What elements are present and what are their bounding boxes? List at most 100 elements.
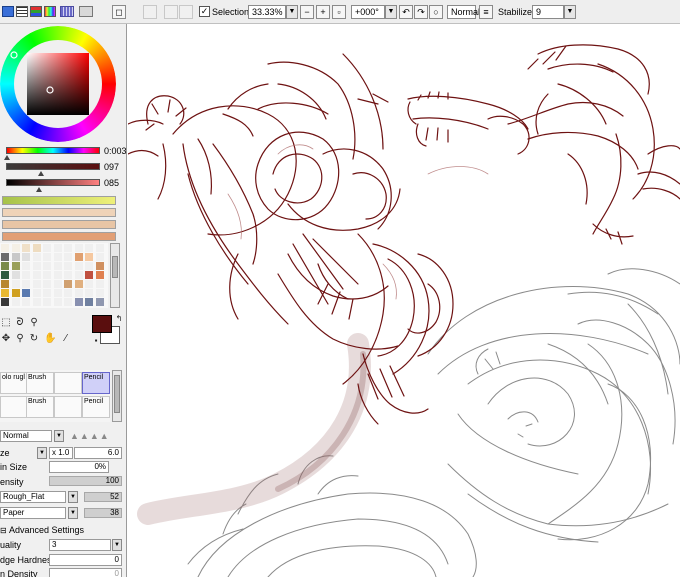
- tool-blend-mode-dropdown[interactable]: ▼: [54, 430, 64, 442]
- zoom-in-button[interactable]: +: [316, 5, 330, 19]
- brush-slot-pencil-selected[interactable]: Pencil: [82, 372, 110, 394]
- rotate-icon[interactable]: ↻: [28, 333, 40, 345]
- tool-blend-mode-select[interactable]: Normal: [0, 430, 52, 442]
- invert-selection-button[interactable]: [143, 5, 157, 19]
- swatch-cell[interactable]: [53, 298, 62, 306]
- drawing-canvas[interactable]: [128, 24, 680, 577]
- value-slider-marker[interactable]: [36, 187, 42, 192]
- edge-hardness-field[interactable]: 0: [49, 554, 122, 566]
- swatch-cell[interactable]: [64, 298, 72, 306]
- swatch-cell[interactable]: [64, 280, 72, 288]
- swatch-cell[interactable]: [22, 280, 30, 288]
- swatch-cell[interactable]: [74, 262, 83, 270]
- swatch-cell[interactable]: [64, 271, 72, 279]
- zoom-icon[interactable]: ⚲: [14, 333, 26, 345]
- swatch-cell[interactable]: [53, 280, 62, 288]
- swatch-cell[interactable]: [22, 271, 30, 279]
- swatch-cell[interactable]: [11, 262, 20, 270]
- swatch-cell[interactable]: [43, 262, 51, 270]
- swatch-cell[interactable]: [95, 244, 104, 252]
- shape-value-slider[interactable]: 52: [84, 492, 122, 502]
- swatch-cell[interactable]: [53, 271, 62, 279]
- select-rect-icon[interactable]: ⬚: [0, 317, 12, 329]
- swatch-cell[interactable]: [22, 244, 30, 252]
- hue-slider[interactable]: [6, 147, 100, 154]
- swatch-cell[interactable]: [32, 244, 41, 252]
- stabilizer-dropdown-button[interactable]: ▼: [564, 5, 576, 19]
- swatch-cell[interactable]: [43, 244, 51, 252]
- hand-icon[interactable]: ✋: [44, 333, 56, 345]
- move-icon[interactable]: ✥: [0, 333, 12, 345]
- brush-slot-8[interactable]: Pencil: [82, 396, 110, 418]
- swatch-cell[interactable]: [74, 244, 83, 252]
- swatch-cell[interactable]: [64, 262, 72, 270]
- swatch-cell[interactable]: [85, 271, 93, 279]
- swatch-cell[interactable]: [74, 298, 83, 306]
- shape-dropdown[interactable]: ▼: [68, 491, 78, 503]
- stabilizer-field[interactable]: 9: [532, 5, 564, 19]
- palette-bar-2[interactable]: [2, 208, 116, 217]
- brush-slot-6[interactable]: Brush: [26, 396, 54, 418]
- swatch-cell[interactable]: [53, 253, 62, 261]
- color-wheel[interactable]: [0, 24, 124, 144]
- zoom-dropdown-button[interactable]: ▼: [286, 5, 298, 19]
- blend-mode-field[interactable]: Normal: [447, 5, 480, 19]
- swatch-cell[interactable]: [95, 298, 104, 306]
- swatch-cell[interactable]: [1, 253, 9, 261]
- swatch-cell[interactable]: [11, 289, 20, 297]
- selection-checkbox[interactable]: ✓: [199, 6, 210, 17]
- swatch-cell[interactable]: [95, 262, 104, 270]
- quality-dropdown[interactable]: ▼: [112, 539, 122, 551]
- swatch-cell[interactable]: [43, 253, 51, 261]
- swatch-cell[interactable]: [22, 298, 30, 306]
- swatch-cell[interactable]: [74, 289, 83, 297]
- swatch-cell[interactable]: [43, 298, 51, 306]
- brush-slot-1[interactable]: olo rugl: [0, 372, 28, 394]
- swatch-scrollbar-thumb[interactable]: [112, 256, 118, 278]
- rotation-dropdown-button[interactable]: ▼: [385, 5, 397, 19]
- quality-select[interactable]: 3: [49, 539, 111, 551]
- swatch-cell[interactable]: [74, 253, 83, 261]
- saturation-slider-marker[interactable]: [38, 171, 44, 176]
- advanced-settings-toggle[interactable]: ⊟ Advanced Settings: [0, 523, 124, 537]
- swatch-cell[interactable]: [85, 262, 93, 270]
- swatch-cell[interactable]: [1, 289, 9, 297]
- swatch-cell[interactable]: [43, 280, 51, 288]
- foreground-color-swatch[interactable]: [92, 315, 112, 333]
- palette-bar-1[interactable]: [2, 196, 116, 205]
- swatch-cell[interactable]: [1, 298, 9, 306]
- rotate-reset-button[interactable]: ○: [429, 5, 443, 19]
- swatch-cell[interactable]: [95, 271, 104, 279]
- view-mode-icon-1[interactable]: [2, 6, 14, 17]
- swatch-cell[interactable]: [11, 244, 20, 252]
- swatch-cell[interactable]: [1, 280, 9, 288]
- brush-slot-2[interactable]: Brush: [26, 372, 54, 394]
- swatch-cell[interactable]: [64, 289, 72, 297]
- eyedropper-icon[interactable]: ⁄: [60, 333, 72, 345]
- swatch-cell[interactable]: [1, 244, 9, 252]
- swatch-cell[interactable]: [32, 298, 41, 306]
- zoom-field[interactable]: 33.33%: [248, 5, 286, 19]
- density-slider[interactable]: 100: [49, 476, 122, 486]
- rotate-right-button[interactable]: ↷: [414, 5, 428, 19]
- swatch-cell[interactable]: [22, 253, 30, 261]
- swatch-cell[interactable]: [32, 280, 41, 288]
- swatch-cell[interactable]: [32, 253, 41, 261]
- swatch-cell[interactable]: [11, 253, 20, 261]
- deselect-button[interactable]: ◻: [112, 5, 126, 19]
- brush-scrollbar-thumb[interactable]: [114, 375, 120, 413]
- swatch-cell[interactable]: [95, 289, 104, 297]
- rotate-left-button[interactable]: ↶: [399, 5, 413, 19]
- swatch-cell[interactable]: [43, 289, 51, 297]
- view-mode-icon-4[interactable]: [44, 6, 56, 17]
- zoom-out-button[interactable]: −: [300, 5, 314, 19]
- swatch-cell[interactable]: [53, 289, 62, 297]
- zoom-reset-button[interactable]: ▫: [332, 5, 346, 19]
- shape-select[interactable]: Rough_Flat: [0, 491, 66, 503]
- swatch-cell[interactable]: [32, 271, 41, 279]
- min-size-field[interactable]: 0%: [49, 461, 109, 473]
- value-slider[interactable]: [6, 179, 100, 186]
- swatch-cell[interactable]: [74, 280, 83, 288]
- swatch-cell[interactable]: [85, 289, 93, 297]
- view-mode-icon-6[interactable]: [79, 6, 93, 17]
